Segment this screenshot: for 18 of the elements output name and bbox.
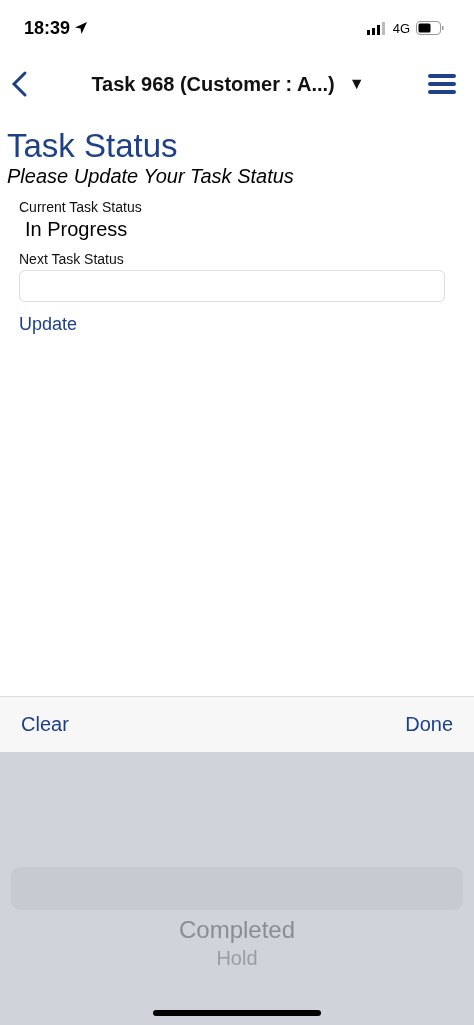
page-title: Task Status <box>7 128 179 164</box>
field-label: Current Task Status <box>19 198 143 216</box>
signal-icon <box>366 21 387 35</box>
current-status-value: In Progress <box>25 217 129 242</box>
menu-icon[interactable] <box>428 73 456 95</box>
field-label: Next Task Status <box>19 250 125 268</box>
clock: 18:39 <box>24 17 71 39</box>
update-link[interactable]: Update <box>19 314 78 335</box>
dropdown-toggle[interactable]: ▼ <box>348 75 365 93</box>
location-arrow-icon <box>74 21 89 35</box>
battery-icon <box>416 21 444 35</box>
network-label: 4G <box>392 20 410 36</box>
clear-button[interactable]: Clear <box>21 713 69 736</box>
nav-title: Task 968 (Customer : A...) <box>91 72 335 96</box>
input-field[interactable] <box>19 270 445 302</box>
back-icon[interactable] <box>10 70 28 98</box>
done-button[interactable]: Done <box>405 713 453 736</box>
page-subtitle: Please Update Your Task Status <box>7 164 295 188</box>
